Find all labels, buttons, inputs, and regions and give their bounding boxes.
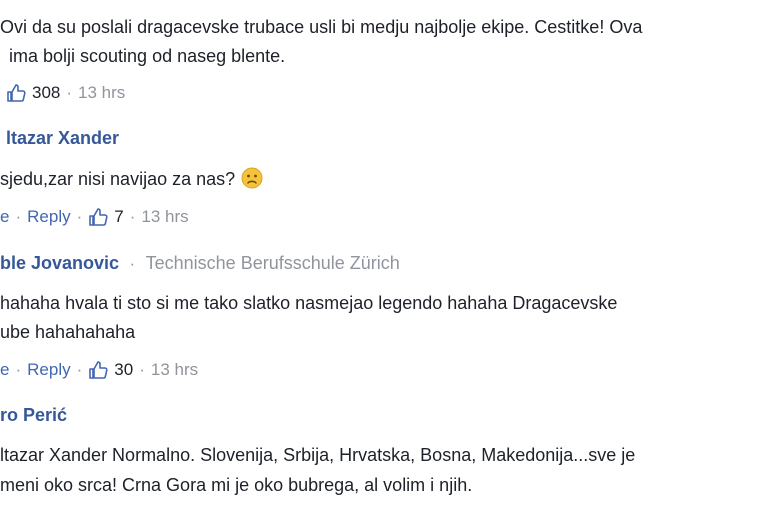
comment-3-actions: e · Reply · 30 · 13 hrs: [0, 360, 198, 380]
comment-4-author[interactable]: ro Perić: [0, 405, 67, 426]
comment-1-text-line-2: ima bolji scouting od naseg blente.: [9, 46, 286, 66]
separator-dot: ·: [76, 207, 83, 226]
separator-dot: ·: [15, 360, 22, 379]
comment-3-text-line-1: hahaha hvala ti sto si me tako slatko na…: [0, 293, 618, 313]
comment-timestamp[interactable]: 13 hrs: [78, 83, 125, 103]
comment-1-actions: 308 · 13 hrs: [6, 83, 125, 103]
sad-face-emoji-icon: [241, 167, 263, 189]
separator-dot: ·: [15, 207, 22, 226]
separator-dot: ·: [129, 254, 136, 273]
comment-1-text-line-1: Ovi da su poslali dragacevske trubace us…: [0, 17, 643, 37]
comment-2-actions: e · Reply · 7 · 13 hrs: [0, 207, 189, 227]
like-count: 308: [32, 83, 61, 102]
separator-dot: ·: [139, 360, 145, 379]
comment-2-text: sjedu,zar nisi navijao za nas?: [0, 164, 263, 194]
comment-3-text-line-2: ube hahahahaha: [0, 322, 136, 342]
reply-link[interactable]: Reply: [27, 360, 70, 380]
like-thumb-icon[interactable]: [6, 83, 26, 103]
comment-timestamp[interactable]: 13 hrs: [141, 207, 188, 227]
author-workplace[interactable]: Technische Berufsschule Zürich: [146, 253, 400, 273]
comment-3-header: ble Jovanovic · Technische Berufsschule …: [0, 253, 400, 274]
reply-link[interactable]: Reply: [27, 207, 70, 227]
like-link[interactable]: e: [0, 360, 9, 380]
like-count: 7: [114, 207, 124, 226]
comment-2-text-line-1: sjedu,zar nisi navijao za nas?: [0, 169, 236, 189]
separator-dot: ·: [76, 360, 83, 379]
separator-dot: ·: [66, 83, 73, 102]
comment-3-author[interactable]: ble Jovanovic: [0, 253, 119, 273]
comment-4-text-line-2: meni oko srca! Crna Gora mi je oko bubre…: [0, 475, 473, 495]
like-thumb-icon[interactable]: [88, 207, 108, 227]
separator-dot: ·: [129, 207, 136, 226]
comment-timestamp[interactable]: 13 hrs: [151, 360, 198, 380]
like-thumb-icon[interactable]: [88, 360, 108, 380]
comment-4-text-line-1: ltazar Xander Normalno. Slovenija, Srbij…: [0, 445, 636, 465]
like-link[interactable]: e: [0, 207, 9, 227]
like-count: 30: [114, 360, 134, 379]
comment-2-author[interactable]: ltazar Xander: [6, 128, 119, 149]
